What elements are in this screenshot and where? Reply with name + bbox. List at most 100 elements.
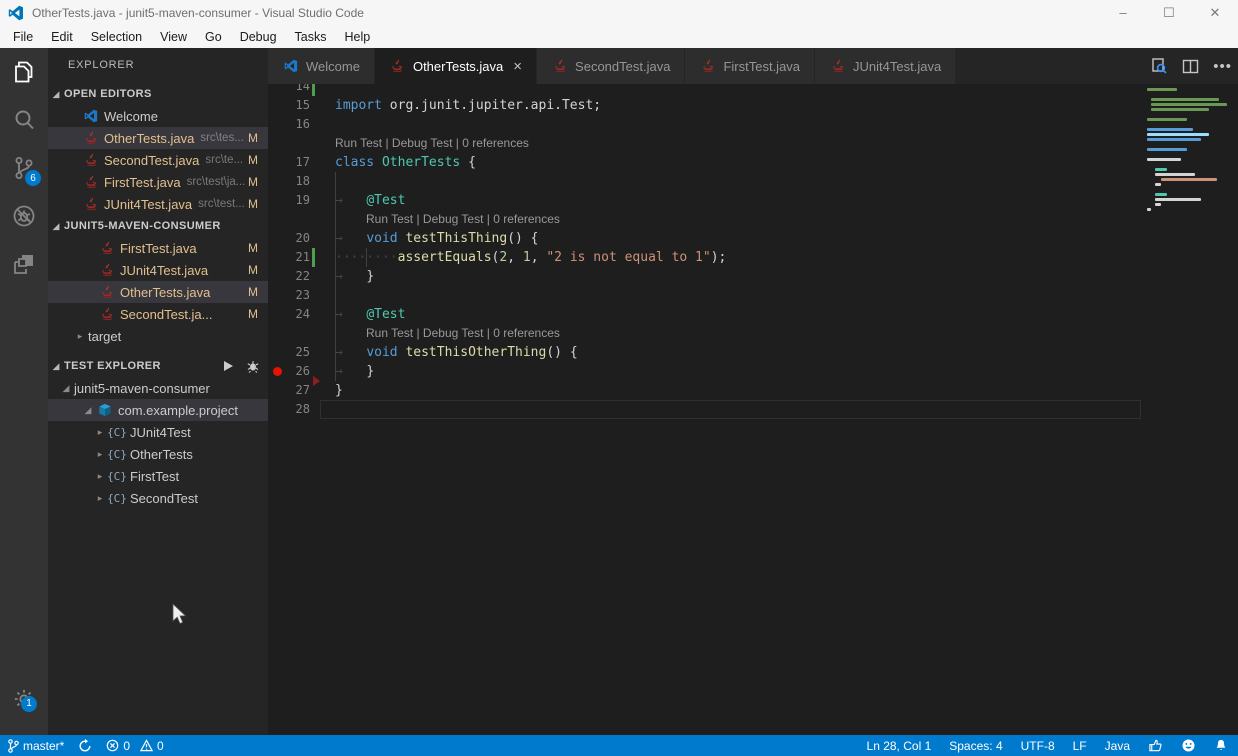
activity-explorer-button[interactable] — [0, 48, 48, 96]
code-line[interactable]: 17class OtherTests { — [268, 153, 1141, 172]
code-line[interactable]: 27} — [268, 381, 1141, 400]
breakpoint-icon[interactable] — [273, 367, 282, 376]
close-icon[interactable]: × — [513, 59, 522, 74]
code-line[interactable]: 26→ } — [268, 362, 1141, 381]
menu-file[interactable]: File — [4, 27, 42, 47]
breakpoint-gutter[interactable] — [268, 153, 288, 172]
breakpoint-gutter[interactable] — [268, 400, 288, 419]
settings-gear-button[interactable]: 1 — [0, 681, 48, 721]
problems-status[interactable]: 0 0 — [106, 739, 163, 753]
test-tree-item[interactable]: ▸{C}FirstTest — [48, 465, 268, 487]
codelens[interactable]: Run Test | Debug Test | 0 references — [268, 134, 1141, 153]
menu-debug[interactable]: Debug — [231, 27, 286, 47]
debug-tests-icon[interactable] — [246, 359, 260, 373]
open-editor-item[interactable]: SecondTest.javasrc\te...M — [48, 149, 268, 171]
language-mode[interactable]: Java — [1105, 739, 1130, 753]
file-tree-item[interactable]: ▸target — [48, 325, 268, 347]
git-branch-status[interactable]: master* — [8, 739, 64, 753]
chevron-down-icon[interactable]: ◢ — [58, 383, 74, 394]
open-editor-item[interactable]: Welcome — [48, 105, 268, 127]
file-tree-item[interactable]: SecondTest.ja...M — [48, 303, 268, 325]
breakpoint-gutter[interactable] — [268, 381, 288, 400]
line-number[interactable]: 23 — [288, 286, 310, 305]
bell-icon[interactable] — [1214, 738, 1228, 753]
code-line[interactable]: 15import org.junit.jupiter.api.Test; — [268, 96, 1141, 115]
test-tree-item[interactable]: ▸{C}OtherTests — [48, 443, 268, 465]
line-number[interactable]: 14 — [288, 84, 310, 96]
encoding-setting[interactable]: UTF-8 — [1021, 739, 1055, 753]
open-editor-item[interactable]: OtherTests.javasrc\tes...M — [48, 127, 268, 149]
activity-source-control-button[interactable]: 6 — [0, 144, 48, 192]
codelens-links[interactable]: Run Test | Debug Test | 0 references — [335, 326, 560, 340]
run-tests-icon[interactable] — [222, 360, 234, 372]
minimap[interactable] — [1141, 84, 1238, 735]
breakpoint-gutter[interactable] — [268, 191, 288, 210]
test-tree-item[interactable]: ◢junit5-maven-consumer — [48, 377, 268, 399]
tab-secondtest-java[interactable]: SecondTest.java — [537, 48, 684, 84]
section-header-junit5-maven-consumer[interactable]: ◢JUNIT5-MAVEN-CONSUMER — [48, 215, 268, 237]
breakpoint-gutter[interactable] — [268, 343, 288, 362]
code-line[interactable]: 20→ void testThisThing() { — [268, 229, 1141, 248]
codelens[interactable]: Run Test | Debug Test | 0 references — [268, 210, 1141, 229]
menu-help[interactable]: Help — [336, 27, 380, 47]
menu-edit[interactable]: Edit — [42, 27, 82, 47]
chevron-down-icon[interactable]: ◢ — [80, 405, 96, 416]
chevron-right-icon[interactable]: ▸ — [72, 331, 88, 342]
breakpoint-gutter[interactable] — [268, 286, 288, 305]
indentation-setting[interactable]: Spaces: 4 — [949, 739, 1002, 753]
code-line[interactable]: 24→ @Test — [268, 305, 1141, 324]
line-number[interactable]: 27 — [288, 381, 310, 400]
breakpoint-gutter[interactable] — [268, 362, 288, 381]
code-line[interactable]: 21········assertEquals(2, 1, "2 is not e… — [268, 248, 1141, 267]
chevron-right-icon[interactable]: ▸ — [92, 449, 108, 460]
line-number[interactable]: 21 — [288, 248, 310, 267]
activity-debug-button[interactable] — [0, 192, 48, 240]
breakpoint-gutter[interactable] — [268, 115, 288, 134]
line-number[interactable]: 16 — [288, 115, 310, 134]
breakpoint-gutter[interactable] — [268, 324, 288, 343]
breakpoint-gutter[interactable] — [268, 134, 288, 153]
tab-othertests-java[interactable]: OtherTests.java× — [375, 48, 536, 84]
cursor-position[interactable]: Ln 28, Col 1 — [867, 739, 932, 753]
code-line[interactable]: 25→ void testThisOtherThing() { — [268, 343, 1141, 362]
breakpoint-gutter[interactable] — [268, 172, 288, 191]
more-actions-icon[interactable]: ••• — [1213, 58, 1232, 75]
line-number[interactable]: 15 — [288, 96, 310, 115]
close-button[interactable]: ✕ — [1192, 0, 1238, 25]
code-line[interactable]: 16 — [268, 115, 1141, 134]
file-tree-item[interactable]: OtherTests.javaM — [48, 281, 268, 303]
open-changes-icon[interactable] — [1150, 57, 1168, 75]
code-line[interactable]: 22→ } — [268, 267, 1141, 286]
code-line[interactable]: 18 — [268, 172, 1141, 191]
split-editor-icon[interactable] — [1182, 58, 1199, 75]
activity-search-button[interactable] — [0, 96, 48, 144]
breakpoint-gutter[interactable] — [268, 305, 288, 324]
code-editor[interactable]: 1415import org.junit.jupiter.api.Test;16… — [268, 84, 1238, 735]
chevron-right-icon[interactable]: ▸ — [92, 493, 108, 504]
codelens[interactable]: Run Test | Debug Test | 0 references — [268, 324, 1141, 343]
menu-tasks[interactable]: Tasks — [286, 27, 336, 47]
open-editor-item[interactable]: FirstTest.javasrc\test\ja...M — [48, 171, 268, 193]
code-line[interactable]: 19→ @Test — [268, 191, 1141, 210]
line-number[interactable]: 26 — [288, 362, 310, 381]
line-number[interactable]: 18 — [288, 172, 310, 191]
menu-go[interactable]: Go — [196, 27, 231, 47]
line-number[interactable]: 19 — [288, 191, 310, 210]
line-number[interactable]: 24 — [288, 305, 310, 324]
chevron-right-icon[interactable]: ▸ — [92, 427, 108, 438]
activity-extensions-button[interactable] — [0, 240, 48, 288]
line-number[interactable]: 20 — [288, 229, 310, 248]
test-tree-item[interactable]: ▸{C}SecondTest — [48, 487, 268, 509]
minimize-button[interactable]: – — [1100, 0, 1146, 25]
sync-button[interactable] — [78, 739, 92, 753]
maximize-button[interactable]: ☐ — [1146, 0, 1192, 25]
menu-view[interactable]: View — [151, 27, 196, 47]
line-number[interactable]: 17 — [288, 153, 310, 172]
tab-welcome[interactable]: Welcome — [268, 48, 374, 84]
section-header-test-explorer[interactable]: ◢TEST EXPLORER — [48, 355, 268, 377]
breakpoint-gutter[interactable] — [268, 267, 288, 286]
test-tree-item[interactable]: ▸{C}JUnit4Test — [48, 421, 268, 443]
breakpoint-gutter[interactable] — [268, 96, 288, 115]
tab-firsttest-java[interactable]: FirstTest.java — [685, 48, 814, 84]
breakpoint-gutter[interactable] — [268, 248, 288, 267]
